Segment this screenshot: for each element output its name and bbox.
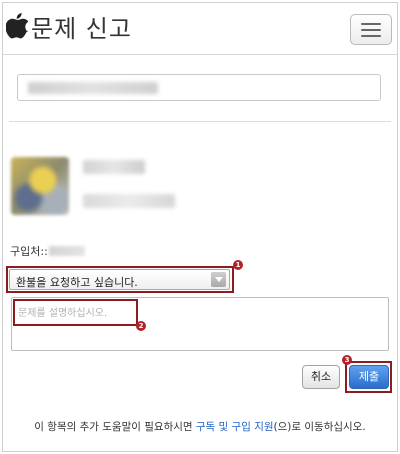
subscription-support-link[interactable]: 구독 및 구입 지원 — [196, 421, 274, 433]
menu-button[interactable] — [350, 14, 392, 45]
redacted-account-text — [28, 82, 158, 94]
account-field[interactable] — [17, 74, 381, 101]
header-bar: 문제 신고 — [3, 3, 397, 55]
annotation-highlight-3 — [345, 361, 392, 393]
report-problem-page: 문제 신고 구입처:: 환불을 요청하고 싶습니다. 1 2 취소 제출 3 이… — [2, 2, 398, 452]
annotation-badge-3: 3 — [342, 355, 352, 365]
purchase-label: 구입처:: — [10, 245, 48, 258]
redacted-product-subtitle — [83, 194, 175, 208]
apple-logo-icon — [6, 13, 28, 39]
hamburger-menu-icon-line — [361, 28, 381, 31]
product-artwork — [11, 157, 69, 215]
redacted-product-name — [83, 160, 145, 174]
support-footer: 이 항목의 추가 도움말이 필요하시면 구독 및 구입 지원(으)로 이동하십시… — [3, 419, 397, 434]
footer-text-after: (으)로 이동하십시오. — [273, 421, 366, 433]
footer-text-before: 이 항목의 추가 도움말이 필요하시면 — [34, 421, 196, 433]
page-title: 문제 신고 — [31, 15, 132, 43]
redacted-purchase-value — [48, 246, 85, 256]
hamburger-menu-icon-line — [361, 34, 381, 37]
section-divider — [9, 121, 391, 122]
hamburger-menu-icon — [361, 22, 381, 25]
annotation-badge-2: 2 — [136, 321, 146, 331]
annotation-badge-1: 1 — [233, 260, 243, 270]
annotation-highlight-2 — [13, 299, 138, 326]
purchase-info: 구입처:: — [10, 243, 85, 259]
cancel-button[interactable]: 취소 — [302, 365, 340, 389]
annotation-highlight-1 — [6, 266, 234, 293]
